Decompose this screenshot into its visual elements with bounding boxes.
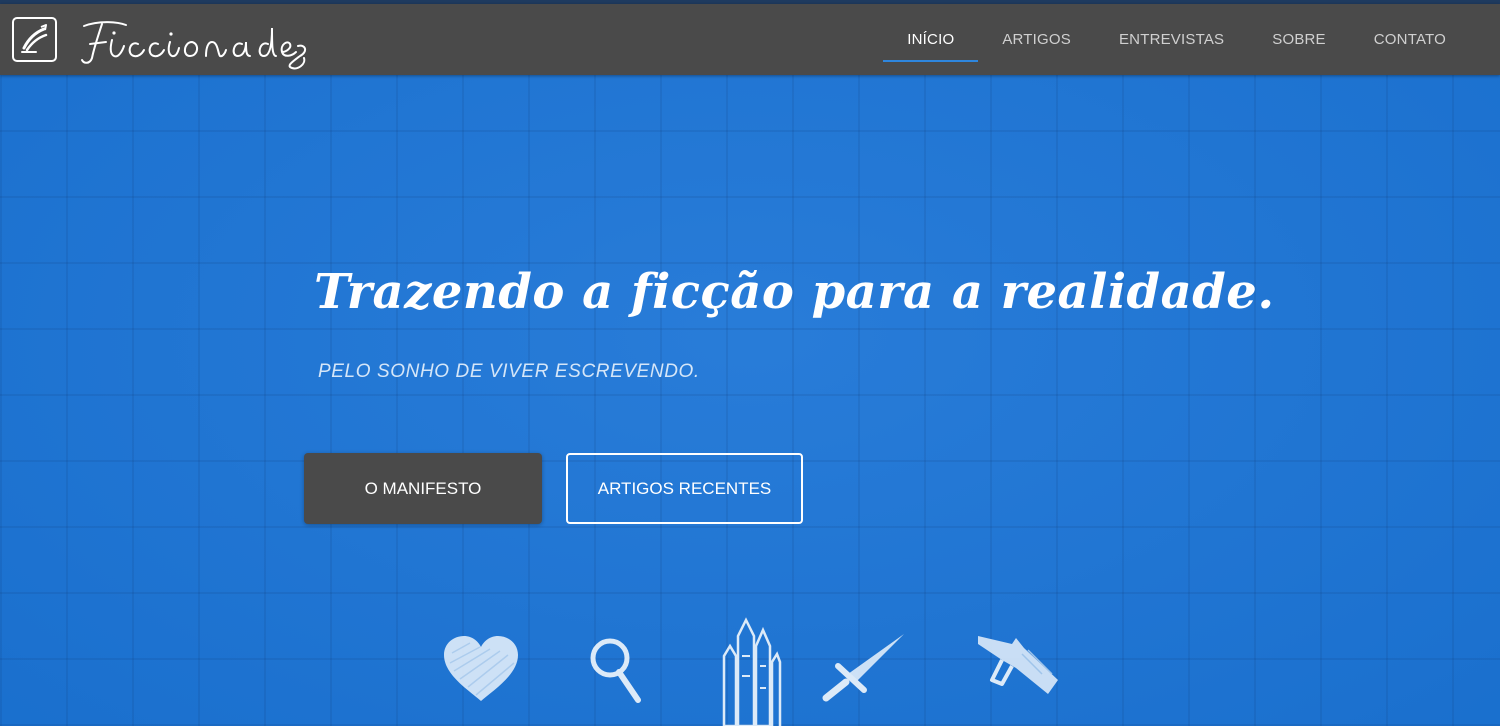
page: INÍCIO ARTIGOS ENTREVISTAS SOBRE CONTATO… xyxy=(0,0,1500,726)
nav-item-inicio[interactable]: INÍCIO xyxy=(883,4,979,75)
logo-wordmark[interactable] xyxy=(78,14,310,70)
manifesto-button[interactable]: O MANIFESTO xyxy=(304,453,542,524)
hero-subline: PELO SONHO DE VIVER ESCREVENDO. xyxy=(318,361,700,382)
logo-icon[interactable] xyxy=(12,17,57,62)
main-nav: INÍCIO ARTIGOS ENTREVISTAS SOBRE CONTATO xyxy=(883,4,1470,75)
nav-item-artigos[interactable]: ARTIGOS xyxy=(978,4,1095,75)
logo-wordmark-script xyxy=(81,21,306,70)
nav-item-entrevistas[interactable]: ENTREVISTAS xyxy=(1095,4,1248,75)
navbar: INÍCIO ARTIGOS ENTREVISTAS SOBRE CONTATO xyxy=(0,4,1500,75)
recent-articles-button[interactable]: ARTIGOS RECENTES xyxy=(566,453,803,524)
sword-icon xyxy=(822,634,904,702)
magnifier-icon xyxy=(590,638,641,703)
raygun-icon xyxy=(978,636,1058,694)
heart-icon xyxy=(444,636,518,701)
castle-icon xyxy=(722,617,782,726)
nav-item-sobre[interactable]: SOBRE xyxy=(1248,4,1350,75)
nav-item-contato[interactable]: CONTATO xyxy=(1350,4,1470,75)
hero-headline: Trazendo a ficção para a realidade. xyxy=(314,264,1275,320)
